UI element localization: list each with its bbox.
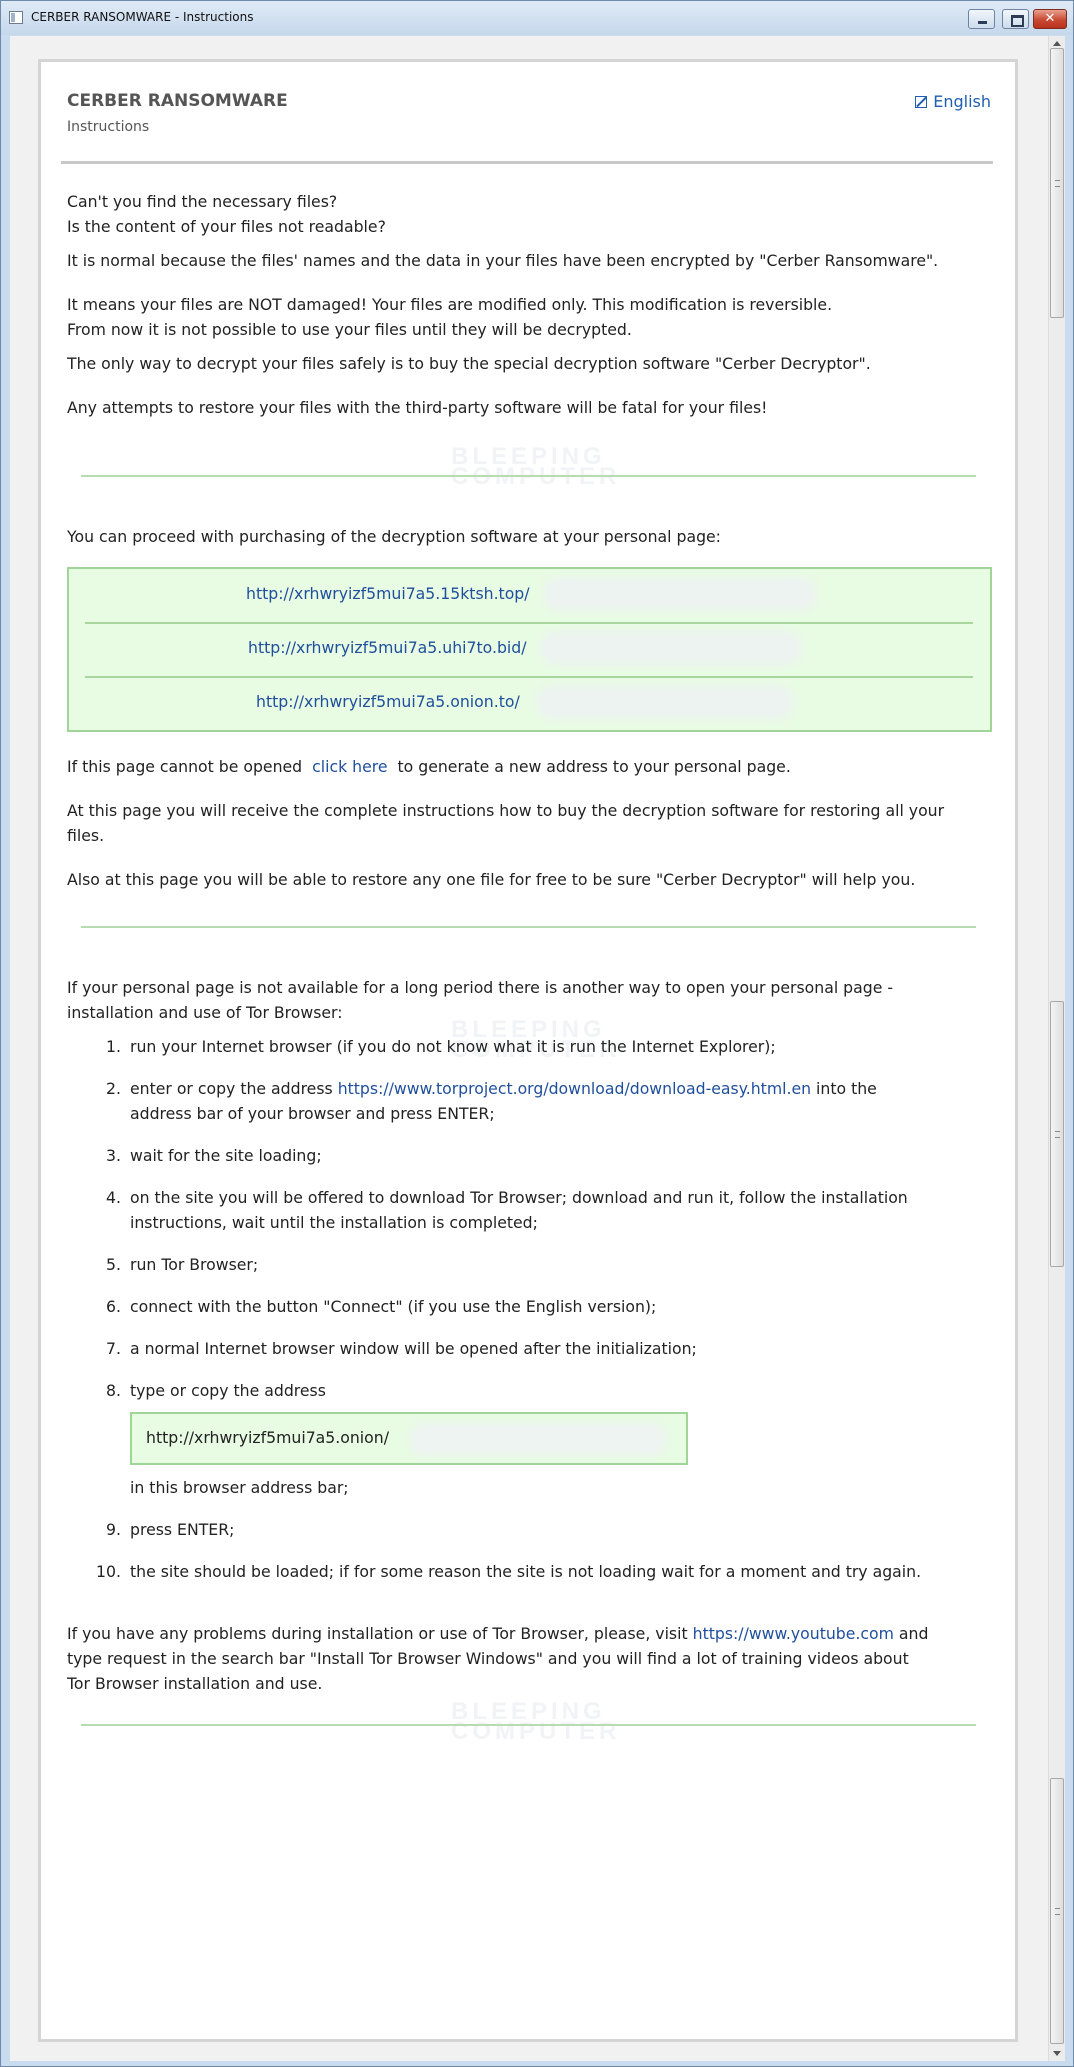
page-title: CERBER RANSOMWARE [67,91,288,111]
close-button[interactable] [1033,9,1067,29]
language-selector[interactable]: English [915,92,991,111]
section-divider [81,1724,976,1726]
redacted-id [548,582,812,606]
header-divider [61,161,993,164]
personal-page-link-3[interactable]: http://xrhwryizf5mui7a5.onion.to/ [256,692,520,711]
scroll-down-arrow-icon[interactable] [1053,2051,1061,2056]
redacted-id [541,690,789,714]
edit-icon [915,96,928,108]
onion-address[interactable]: http://xrhwryizf5mui7a5.onion/ [146,1428,389,1447]
onion-address-box: http://xrhwryizf5mui7a5.onion/ [130,1412,688,1465]
intro-paragraph-4: The only way to decrypt your files safel… [67,354,871,373]
language-label: English [933,92,991,111]
window-title: CERBER RANSOMWARE - Instructions [31,10,254,24]
watermark-logo: BLEEPING COMPUTER [451,443,621,490]
watermark-logo: BLEEPING COMPUTER [451,1698,621,1745]
page-subtitle: Instructions [67,119,150,135]
intro-paragraph-1: Can't you find the necessary files? Is t… [67,192,386,236]
scrollbar-thumb[interactable] [1050,1001,1064,1267]
app-icon[interactable] [9,11,23,24]
url-row: http://xrhwryizf5mui7a5.onion.to/ [69,677,990,731]
scroll-up-arrow-icon[interactable] [1053,41,1061,46]
click-here-link[interactable]: click here [312,757,387,776]
vertical-scrollbar[interactable] [1048,36,1065,2061]
app-window: CERBER RANSOMWARE - Instructions CERBER … [0,0,1074,2067]
maximize-button[interactable] [1002,9,1029,29]
intro-paragraph-3: It means your files are NOT damaged! You… [67,295,833,339]
restore-free-paragraph: Also at this page you will be able to re… [67,870,916,889]
intro-paragraph-5: Any attempts to restore your files with … [67,398,768,417]
purchase-intro: You can proceed with purchasing of the d… [67,527,721,546]
tor-help-paragraph: If you have any problems during installa… [67,1624,929,1693]
scrollbar-thumb[interactable] [1050,1778,1064,2044]
scrollbar-thumb[interactable] [1050,48,1064,318]
intro-paragraph-2: It is normal because the files' names an… [67,251,939,270]
url-row: http://xrhwryizf5mui7a5.15ktsh.top/ [69,569,990,623]
instructions-page: CERBER RANSOMWARE Instructions English C… [38,59,1018,2042]
torproject-download-link[interactable]: https://www.torproject.org/download/down… [338,1079,811,1098]
personal-page-urls-box: http://xrhwryizf5mui7a5.15ktsh.top/ http… [67,567,992,732]
personal-page-link-1[interactable]: http://xrhwryizf5mui7a5.15ktsh.top/ [246,584,530,603]
youtube-link[interactable]: https://www.youtube.com [693,1624,894,1643]
redacted-id [414,1427,662,1451]
section-divider [81,475,976,477]
minimize-button[interactable] [968,9,995,29]
window-client-area: CERBER RANSOMWARE Instructions English C… [10,36,1065,2061]
cannot-open-paragraph: If this page cannot be opened click here… [67,757,791,776]
title-bar[interactable]: CERBER RANSOMWARE - Instructions [1,1,1073,35]
personal-page-link-2[interactable]: http://xrhwryizf5mui7a5.uhi7to.bid/ [248,638,527,657]
section-divider [81,926,976,928]
redacted-id [545,636,797,660]
url-row: http://xrhwryizf5mui7a5.uhi7to.bid/ [69,623,990,677]
complete-instructions-paragraph: At this page you will receive the comple… [67,801,945,845]
